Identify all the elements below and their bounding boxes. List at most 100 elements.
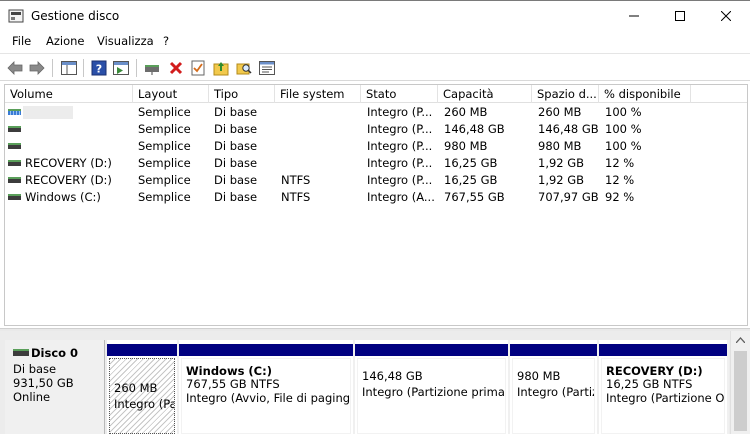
cell-tipo: Di base (214, 156, 258, 170)
back-button[interactable] (5, 58, 25, 78)
cell-percentuale: 100 % (605, 139, 642, 153)
minimize-button[interactable] (611, 1, 657, 31)
cell-tipo: Di base (214, 122, 258, 136)
cell-volume: Windows (C:) (25, 190, 101, 204)
forward-button[interactable] (27, 58, 47, 78)
column-header-volume[interactable]: Volume (5, 85, 133, 103)
cell-percentuale: 100 % (605, 105, 642, 119)
partition-header-bar (107, 344, 177, 356)
column-header-stato[interactable]: Stato (361, 85, 438, 103)
check-button[interactable] (188, 58, 208, 78)
volume-icon (8, 177, 21, 184)
forward-arrow-icon (29, 61, 45, 75)
cell-volume (23, 121, 131, 138)
cell-volume (23, 138, 131, 155)
table-row[interactable]: Semplice Di base Integro (P... 260 MB 26… (5, 104, 747, 121)
chevron-up-icon (736, 336, 745, 343)
disk-icon (13, 349, 29, 357)
disk-info-panel[interactable]: Disco 0 Di base 931,50 GB Online (5, 340, 105, 434)
properties-button[interactable] (257, 58, 277, 78)
volume-list-header: Volume Layout Tipo File system Stato Cap… (5, 85, 747, 103)
connect-icon (145, 65, 159, 75)
cell-percentuale: 100 % (605, 122, 642, 136)
cell-percentuale: 12 % (605, 156, 635, 170)
cell-stato: Integro (P... (367, 139, 433, 153)
delete-button[interactable] (166, 58, 186, 78)
partition-size: 767,55 GB NTFS (186, 377, 280, 391)
table-row[interactable]: Semplice Di base Integro (P... 146,48 GB… (5, 121, 747, 138)
delete-icon (169, 61, 183, 75)
show-hide-button[interactable] (111, 58, 131, 78)
column-header-tipo[interactable]: Tipo (209, 85, 275, 103)
column-header-spazio[interactable]: Spazio d... (532, 85, 599, 103)
check-icon (191, 60, 205, 76)
menu-file[interactable]: File (12, 34, 31, 48)
maximize-button[interactable] (657, 1, 703, 31)
partition-status: Integro (Pa (114, 397, 175, 411)
search-folder-button[interactable] (234, 58, 254, 78)
cell-tipo: Di base (214, 105, 258, 119)
maximize-icon (675, 11, 685, 21)
disk-management-icon (8, 9, 24, 23)
console-tree-button[interactable] (59, 58, 79, 78)
help-button[interactable]: ? (89, 58, 109, 78)
scroll-up-button[interactable] (731, 331, 750, 348)
console-tree-icon (61, 61, 77, 75)
close-button[interactable] (703, 1, 749, 31)
column-header-layout[interactable]: Layout (133, 85, 209, 103)
cell-stato: Integro (P... (367, 122, 433, 136)
cell-file-system: NTFS (281, 190, 311, 204)
partition-body: RECOVERY (D:) 16,25 GB NTFS Integro (Par… (601, 358, 725, 434)
cell-stato: Integro (A... (367, 190, 435, 204)
disk-graphical-view: Disco 0 Di base 931,50 GB Online 260 MB … (0, 331, 750, 434)
volume-list[interactable]: Volume Layout Tipo File system Stato Cap… (4, 84, 748, 326)
partition-size: 16,25 GB NTFS (606, 377, 693, 391)
partition-strip: 260 MB Integro (Pa Windows (C:) 767,55 G… (107, 340, 729, 434)
help-icon: ? (91, 60, 107, 76)
toolbar-separator (52, 59, 53, 77)
cell-tipo: Di base (214, 139, 258, 153)
cell-stato: Integro (P... (367, 173, 433, 187)
disk-type: Di base (13, 362, 57, 376)
folder-up-button[interactable] (211, 58, 231, 78)
menu-bar: File Azione Visualizza ? (0, 31, 750, 52)
partition-status: Integro (Avvio, File di paging, I (186, 391, 351, 405)
column-header-percentuale[interactable]: % disponibile (599, 85, 691, 103)
cell-spazio: 260 MB (538, 105, 582, 119)
partition-windows-c[interactable]: Windows (C:) 767,55 GB NTFS Integro (Avv… (179, 340, 355, 434)
svg-text:?: ? (96, 63, 102, 76)
cell-layout: Semplice (138, 190, 191, 204)
partition-recovery-d[interactable]: RECOVERY (D:) 16,25 GB NTFS Integro (Par… (599, 340, 729, 434)
partition-efi[interactable]: 260 MB Integro (Pa (107, 340, 179, 434)
vertical-scrollbar[interactable] (730, 331, 750, 434)
partition-header-bar (179, 344, 353, 356)
partition-body: 980 MB Integro (Partiz (512, 358, 595, 434)
partition-header-bar (355, 344, 508, 356)
partition-body: 260 MB Integro (Pa (109, 358, 175, 434)
partition-size: 980 MB (517, 369, 561, 383)
partition-primary-146gb[interactable]: 146,48 GB Integro (Partizione primari (355, 340, 510, 434)
column-header-capacita[interactable]: Capacità (438, 85, 532, 103)
partition-980mb[interactable]: 980 MB Integro (Partiz (510, 340, 599, 434)
table-row[interactable]: Windows (C:) Semplice Di base NTFS Integ… (5, 189, 747, 206)
cell-capacita: 767,55 GB (444, 190, 505, 204)
table-row[interactable]: RECOVERY (D:) Semplice Di base NTFS Inte… (5, 172, 747, 189)
toolbar-separator (136, 59, 137, 77)
cell-layout: Semplice (138, 139, 191, 153)
connect-button[interactable] (142, 58, 162, 78)
scrollbar-thumb[interactable] (734, 351, 747, 431)
menu-help[interactable]: ? (163, 34, 169, 48)
cell-layout: Semplice (138, 122, 191, 136)
column-header-file-system[interactable]: File system (275, 85, 361, 103)
cell-file-system: NTFS (281, 173, 311, 187)
table-row[interactable]: Semplice Di base Integro (P... 980 MB 98… (5, 138, 747, 155)
volume-icon (8, 126, 21, 133)
toolbar-separator (83, 59, 84, 77)
partition-status: Integro (Partiz (517, 385, 595, 399)
menu-azione[interactable]: Azione (46, 34, 85, 48)
menu-visualizza[interactable]: Visualizza (97, 34, 154, 48)
cell-capacita: 980 MB (444, 139, 488, 153)
table-row[interactable]: RECOVERY (D:) Semplice Di base Integro (… (5, 155, 747, 172)
cell-layout: Semplice (138, 173, 191, 187)
partition-status: Integro (Partizione primari (362, 385, 506, 399)
